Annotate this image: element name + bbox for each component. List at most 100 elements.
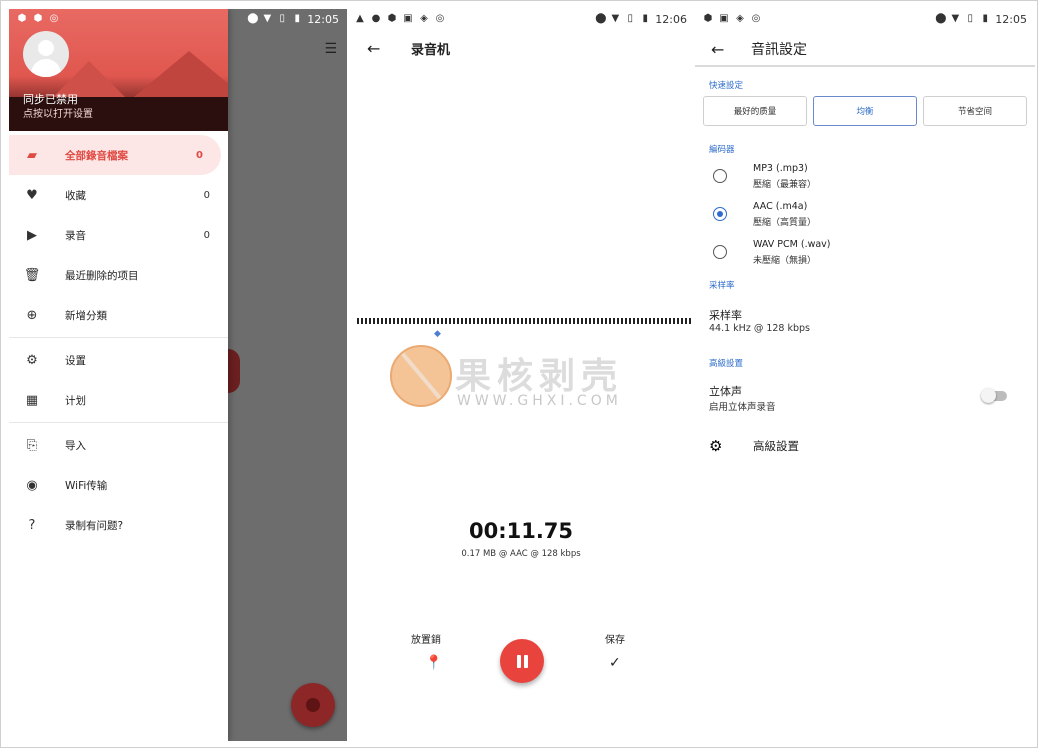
menu-item-label: 计划 xyxy=(65,394,86,407)
status-time: 12:06 xyxy=(655,12,687,26)
record-fab[interactable] xyxy=(291,683,335,727)
add-circle-icon: ⊕ xyxy=(26,307,38,323)
menu-item-favorites[interactable]: ♥ 收藏 0 xyxy=(9,175,228,215)
app-bar: ← 音訊設定 xyxy=(695,33,1035,67)
quick-option-save-space[interactable]: 节省空间 xyxy=(923,96,1027,126)
menu-item-count: 0 xyxy=(203,189,210,201)
wifi-icon: ▼ xyxy=(951,13,960,24)
menu-item-label: 录音 xyxy=(65,229,86,242)
gear-icon: ⚙ xyxy=(26,352,38,368)
status-bar: ⬢ ▣ ◈ ◎ ⬤ ▼ ▯ ▮ 12:05 xyxy=(695,9,1035,29)
avatar[interactable] xyxy=(23,31,69,77)
waveform-tick xyxy=(453,318,455,324)
pin-icon[interactable]: 📍 xyxy=(425,655,442,671)
no-sim-icon: ▯ xyxy=(627,13,634,24)
waveform-tick xyxy=(625,318,627,324)
menu-item-schedule[interactable]: ▦ 计划 xyxy=(9,380,228,420)
check-icon[interactable]: ✓ xyxy=(609,655,621,671)
waveform-tick xyxy=(553,318,555,324)
waveform-tick xyxy=(445,318,447,324)
waveform-tick xyxy=(593,318,595,324)
back-arrow-icon[interactable]: ← xyxy=(367,39,387,58)
shield-icon: ◈ xyxy=(736,13,744,24)
sample-rate-setting[interactable]: 采样率 xyxy=(709,307,742,323)
waveform-tick xyxy=(521,318,523,324)
waveform-tick xyxy=(617,318,619,324)
menu-item-wifi-transfer[interactable]: ◉ WiFi传输 xyxy=(9,465,228,505)
stereo-setting[interactable]: 立体声 xyxy=(709,383,742,399)
menu-item-add-category[interactable]: ⊕ 新增分類 xyxy=(9,295,228,335)
discard-label: 放置銷 xyxy=(411,635,441,646)
import-icon: ⎘ xyxy=(26,437,38,453)
waveform-tick xyxy=(441,318,443,324)
quick-option-best-quality[interactable]: 最好的质量 xyxy=(703,96,807,126)
encoder-option-aac[interactable]: AAC (.m4a) 壓縮（高質量） xyxy=(695,197,1035,233)
waveform-tick xyxy=(465,318,467,324)
menu-item-help[interactable]: ? 录制有问题? xyxy=(9,505,228,545)
waveform xyxy=(357,318,691,324)
menu-item-label: 收藏 xyxy=(65,189,86,202)
menu-item-recently-deleted[interactable]: 🗑 最近删除的项目 xyxy=(9,255,228,295)
menu-item-all-recordings[interactable]: ▰ 全部錄音檔案 0 xyxy=(9,135,221,175)
waveform-tick xyxy=(385,318,387,324)
waveform-tick xyxy=(469,318,471,324)
pause-button[interactable] xyxy=(500,639,544,683)
section-advanced: 高級設置 xyxy=(709,359,744,369)
waveform-tick xyxy=(497,318,499,324)
menu-item-settings[interactable]: ⚙ 设置 xyxy=(9,340,228,380)
back-arrow-icon[interactable]: ← xyxy=(711,40,731,59)
encoder-title: MP3 (.mp3) xyxy=(753,163,808,174)
circle-icon: ● xyxy=(371,13,381,24)
section-quick-settings: 快速設定 xyxy=(709,81,744,91)
podcast-icon: ◎ xyxy=(49,13,59,24)
radio-button-selected[interactable] xyxy=(713,207,727,221)
waveform-tick xyxy=(449,318,451,324)
waveform-tick xyxy=(653,318,655,324)
encoder-option-wav[interactable]: WAV PCM (.wav) 未壓縮（無損） xyxy=(695,235,1035,271)
encoder-subtitle: 壓縮（最兼容） xyxy=(753,180,817,190)
sample-rate-value: 44.1 kHz @ 128 kbps xyxy=(709,323,811,334)
encoder-subtitle: 壓縮（高質量） xyxy=(753,218,817,228)
location-icon: ⬤ xyxy=(595,13,607,24)
encoder-option-mp3[interactable]: MP3 (.mp3) 壓縮（最兼容） xyxy=(695,159,1035,195)
waveform-tick xyxy=(509,318,511,324)
divider xyxy=(9,337,228,338)
recording-timer: 00:11.75 xyxy=(468,519,574,543)
radio-button[interactable] xyxy=(713,245,727,259)
waveform-tick xyxy=(481,318,483,324)
wifi-icon: ▼ xyxy=(611,13,620,24)
waveform-tick xyxy=(429,318,431,324)
wifi-icon: ▼ xyxy=(263,13,272,24)
advanced-settings-item[interactable]: ⚙ 高級設置 xyxy=(709,437,799,455)
shield-icon: ⬢ xyxy=(33,13,43,24)
menu-item-import[interactable]: ⎘ 导入 xyxy=(9,425,228,465)
menu-item-count: 0 xyxy=(203,229,210,241)
waveform-tick xyxy=(401,318,403,324)
waveform-tick xyxy=(413,318,415,324)
shield-icon: ⬢ xyxy=(17,13,27,24)
menu-item-label: 录制有问题? xyxy=(65,519,124,532)
folder-icon: ▰ xyxy=(27,147,37,163)
waveform-tick xyxy=(677,318,679,324)
drawer-header[interactable]: ⬢ ⬢ ◎ 同步已禁用 点按以打开设置 xyxy=(9,9,228,131)
scrim[interactable]: ☰ xyxy=(216,9,347,741)
bookmark-marker-icon[interactable]: ◆ xyxy=(434,329,441,339)
stereo-subtitle: 启用立体声录音 xyxy=(709,402,776,413)
waveform-tick xyxy=(485,318,487,324)
stereo-toggle[interactable] xyxy=(981,388,1007,403)
schedule-icon: ▦ xyxy=(25,392,39,408)
menu-item-recordings[interactable]: ▶ 录音 0 xyxy=(9,215,228,255)
watermark-logo-icon xyxy=(390,345,452,407)
waveform-tick xyxy=(369,318,371,324)
waveform-tick xyxy=(393,318,395,324)
waveform-tick xyxy=(365,318,367,324)
encoder-title: AAC (.m4a) xyxy=(753,201,808,212)
list-icon: ☰ xyxy=(324,41,337,57)
waveform-tick xyxy=(637,318,639,324)
waveform-tick xyxy=(585,318,587,324)
waveform-tick xyxy=(589,318,591,324)
radio-button[interactable] xyxy=(713,169,727,183)
menu-item-label: 新增分類 xyxy=(65,309,107,322)
waveform-tick xyxy=(689,318,691,324)
quick-option-balanced[interactable]: 均衡 xyxy=(813,96,917,126)
